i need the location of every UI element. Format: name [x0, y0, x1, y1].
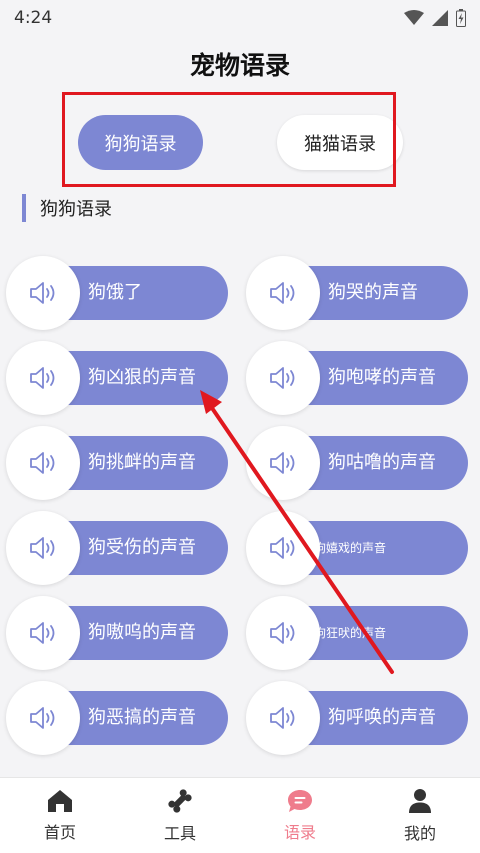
sound-label: 狗恶搞的声音 — [88, 707, 196, 728]
speaker-button[interactable] — [246, 681, 320, 755]
speaker-button[interactable] — [6, 596, 80, 670]
speaker-button[interactable] — [6, 681, 80, 755]
status-bar: 4:24 — [0, 0, 480, 36]
nav-tools[interactable]: 工具 — [120, 778, 240, 853]
nav-home[interactable]: 首页 — [0, 778, 120, 853]
speaker-button[interactable] — [6, 511, 80, 585]
sound-label: 狗咆哮的声音 — [328, 367, 436, 388]
speaker-icon — [30, 367, 55, 389]
section-accent-bar — [22, 194, 26, 222]
status-icons — [404, 9, 466, 27]
annotation-highlight-box — [62, 92, 396, 187]
speaker-icon — [30, 622, 55, 644]
speaker-button[interactable] — [6, 341, 80, 415]
sound-label: 狗凶狠的声音 — [88, 367, 196, 388]
sound-label: 狗嗷呜的声音 — [88, 622, 196, 643]
speaker-icon — [30, 452, 55, 474]
speaker-icon — [270, 622, 295, 644]
sound-label: 狗挑衅的声音 — [88, 452, 196, 473]
sound-label: 狗狂吠的声音 — [314, 626, 387, 640]
speaker-button[interactable] — [6, 256, 80, 330]
section-title: 狗狗语录 — [40, 199, 112, 220]
bottom-nav: 首页 工具 语录 我的 — [0, 777, 480, 853]
nav-label: 语录 — [283, 822, 316, 842]
chat-icon — [288, 789, 312, 812]
nav-label: 我的 — [403, 823, 436, 843]
speaker-icon — [30, 707, 55, 729]
wifi-icon — [404, 10, 424, 25]
sound-label: 狗咕噜的声音 — [328, 452, 436, 473]
bone-icon — [168, 788, 192, 813]
status-time: 4:24 — [14, 8, 53, 28]
sound-label: 狗嬉戏的声音 — [314, 541, 387, 555]
sound-label: 狗哭的声音 — [328, 282, 418, 303]
nav-label: 工具 — [163, 823, 196, 843]
sound-label: 狗受伤的声音 — [88, 537, 196, 558]
speaker-icon — [270, 367, 295, 389]
nav-quotes[interactable]: 语录 — [240, 778, 360, 853]
signal-icon — [432, 10, 448, 26]
page-title: 宠物语录 — [189, 51, 290, 80]
speaker-button[interactable] — [246, 511, 320, 585]
speaker-button[interactable] — [246, 341, 320, 415]
battery-icon — [456, 9, 466, 27]
section-header: 狗狗语录 — [22, 194, 112, 222]
speaker-icon — [30, 282, 55, 304]
speaker-button[interactable] — [246, 596, 320, 670]
speaker-icon — [30, 537, 55, 559]
profile-icon — [409, 788, 431, 813]
speaker-button[interactable] — [6, 426, 80, 500]
speaker-button[interactable] — [246, 426, 320, 500]
speaker-button[interactable] — [246, 256, 320, 330]
nav-label: 首页 — [43, 822, 76, 842]
speaker-icon — [270, 282, 295, 304]
nav-profile[interactable]: 我的 — [360, 778, 480, 853]
speaker-icon — [270, 452, 295, 474]
speaker-icon — [270, 707, 295, 729]
speaker-icon — [270, 537, 295, 559]
sound-label: 狗呼唤的声音 — [328, 707, 436, 728]
sound-label: 狗饿了 — [88, 282, 142, 303]
home-icon — [48, 789, 72, 812]
